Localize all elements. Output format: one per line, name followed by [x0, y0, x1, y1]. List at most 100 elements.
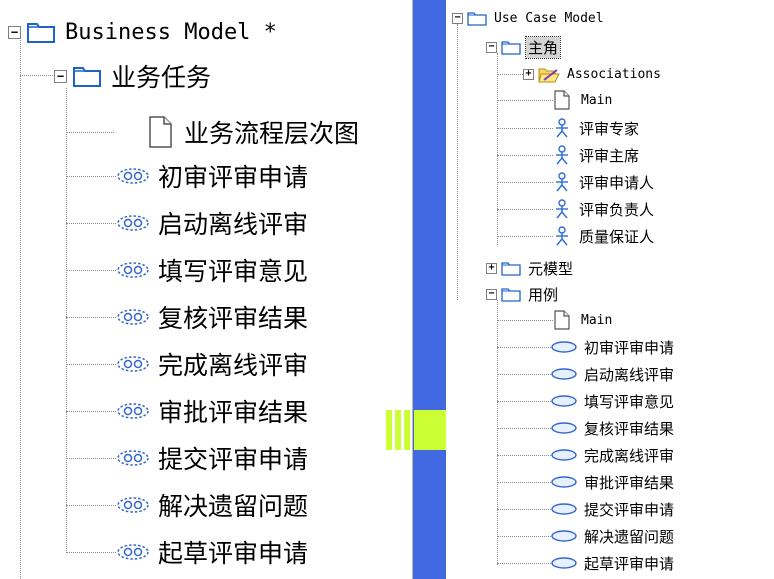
tree-node-label: 评审专家 — [579, 119, 640, 138]
tree-node-associations[interactable]: + Associations — [523, 64, 661, 84]
tree-node-label: 完成离线评审 — [158, 351, 309, 380]
tree-node-use-case[interactable]: 复核评审结果 — [116, 299, 308, 335]
use-case-icon — [117, 450, 149, 466]
tree-line — [497, 482, 553, 483]
tree-line — [20, 75, 53, 76]
tree-node-use-case[interactable]: 解决遗留问题 — [116, 487, 308, 523]
tree-node-use-case[interactable]: 完成离线评审 — [116, 346, 308, 382]
tree-node-label: 审批评审结果 — [158, 398, 309, 427]
diagram-document-icon — [149, 116, 172, 148]
tree-node-actor[interactable]: 评审专家 — [554, 117, 639, 139]
tree-node-use-case[interactable]: 完成离线评审 — [550, 444, 674, 466]
folder-icon — [501, 261, 521, 276]
tree-node-use-case[interactable]: 解决遗留问题 — [550, 525, 674, 547]
tree-node-label: 初审评审申请 — [584, 338, 675, 357]
tree-node-diagram[interactable]: 业务流程层次图 — [148, 112, 359, 152]
tree-node-label: 启动离线评审 — [158, 210, 309, 239]
tree-node-actors-folder[interactable]: − 主角 — [486, 35, 562, 59]
tree-node-use-case[interactable]: 提交评审申请 — [550, 498, 674, 520]
tree-node-use-case[interactable]: 提交评审申请 — [116, 440, 308, 476]
tree-line — [66, 88, 67, 553]
tree-node-use-case[interactable]: 审批评审结果 — [550, 471, 674, 493]
expand-toggle[interactable]: + — [486, 262, 497, 274]
tree-line — [497, 347, 553, 348]
tree-node-business-tasks[interactable]: − 业务任务 — [54, 58, 211, 94]
tree-node-label: 元模型 — [528, 259, 574, 278]
tree-line — [66, 458, 116, 459]
tree-node-use-case[interactable]: 审批评审结果 — [116, 393, 308, 429]
tree-line — [497, 236, 553, 237]
tree-node-use-case[interactable]: 起草评审申请 — [116, 534, 308, 570]
use-case-icon — [551, 530, 577, 542]
actor-icon — [556, 172, 568, 192]
use-case-icon — [551, 476, 577, 488]
tree-node-use-case[interactable]: 启动离线评审 — [550, 363, 674, 385]
tree-node-actor[interactable]: 评审负责人 — [554, 198, 654, 220]
tree-node-label: 起草评审申请 — [584, 554, 675, 573]
tree-line — [66, 132, 114, 133]
open-folder-icon — [538, 68, 560, 82]
collapse-toggle[interactable]: − — [54, 69, 67, 83]
tree-node-actor[interactable]: 评审申请人 — [554, 171, 654, 193]
folder-icon — [501, 40, 521, 55]
collapse-toggle[interactable]: − — [486, 288, 497, 300]
tree-line — [497, 509, 553, 510]
tree-node-main-diagram[interactable]: Main — [553, 310, 612, 330]
tree-line — [66, 317, 116, 318]
tree-node-actor[interactable]: 质量保证人 — [554, 225, 654, 247]
tree-node-label: 完成离线评审 — [584, 446, 675, 465]
tree-node-use-case[interactable]: 起草评审申请 — [550, 552, 674, 574]
tree-node-use-case[interactable]: 填写评审意见 — [116, 252, 308, 288]
tree-line — [66, 411, 116, 412]
folder-icon — [27, 23, 55, 43]
actor-icon — [556, 226, 568, 246]
use-case-icon — [551, 449, 577, 461]
tree-node-business-model[interactable]: − Business Model * — [8, 14, 277, 50]
expand-toggle[interactable]: + — [523, 68, 534, 80]
tree-node-meta-model-folder[interactable]: + 元模型 — [486, 258, 573, 278]
tree-line — [497, 320, 553, 321]
tree-line — [66, 223, 116, 224]
tree-node-use-case[interactable]: 复核评审结果 — [550, 417, 674, 439]
tree-line — [497, 155, 553, 156]
tree-node-use-case-model[interactable]: − Use Case Model — [452, 8, 604, 28]
tree-line — [497, 100, 553, 101]
tree-node-label: Associations — [567, 66, 661, 82]
use-case-icon — [117, 262, 149, 278]
tree-node-label: 质量保证人 — [579, 227, 655, 246]
tree-node-label: 初审评审申请 — [158, 163, 309, 192]
tree-node-label: 复核评审结果 — [158, 304, 309, 333]
tree-line — [497, 209, 553, 210]
collapse-toggle[interactable]: − — [452, 12, 463, 24]
tree-line — [497, 401, 553, 402]
use-case-icon — [551, 557, 577, 569]
tree-line — [497, 455, 553, 456]
tree-node-use-case[interactable]: 初审评审申请 — [550, 336, 674, 358]
use-case-icon — [551, 422, 577, 434]
diagram-document-icon — [554, 90, 570, 110]
tree-node-label: 业务流程层次图 — [184, 119, 360, 148]
tree-line — [497, 74, 523, 75]
tree-node-use-case[interactable]: 填写评审意见 — [550, 390, 674, 412]
tree-node-use-case[interactable]: 启动离线评审 — [116, 205, 308, 241]
business-model-tree: − Business Model * − 业务任务 业务流程层次图 初审评审申请… — [0, 0, 413, 579]
tree-line — [66, 505, 116, 506]
tree-node-use-case[interactable]: 初审评审申请 — [116, 158, 308, 194]
tree-line — [457, 24, 458, 300]
tree-node-main-diagram[interactable]: Main — [553, 90, 612, 110]
use-case-icon — [117, 544, 149, 560]
use-case-icon — [551, 395, 577, 407]
collapse-toggle[interactable]: − — [8, 25, 21, 39]
tree-node-actor[interactable]: 评审主席 — [554, 144, 639, 166]
use-case-icon — [117, 215, 149, 231]
tree-node-label: 业务任务 — [111, 63, 212, 92]
use-case-icon — [551, 341, 577, 353]
tree-node-label: 评审负责人 — [579, 200, 655, 219]
tree-node-use-cases-folder[interactable]: − 用例 — [486, 284, 558, 304]
actor-icon — [556, 145, 568, 165]
tree-node-label: Use Case Model — [494, 10, 604, 26]
tree-node-label: 填写评审意见 — [158, 257, 309, 286]
use-case-icon — [117, 309, 149, 325]
collapse-toggle[interactable]: − — [486, 41, 497, 53]
tree-node-label: 评审主席 — [579, 146, 640, 165]
